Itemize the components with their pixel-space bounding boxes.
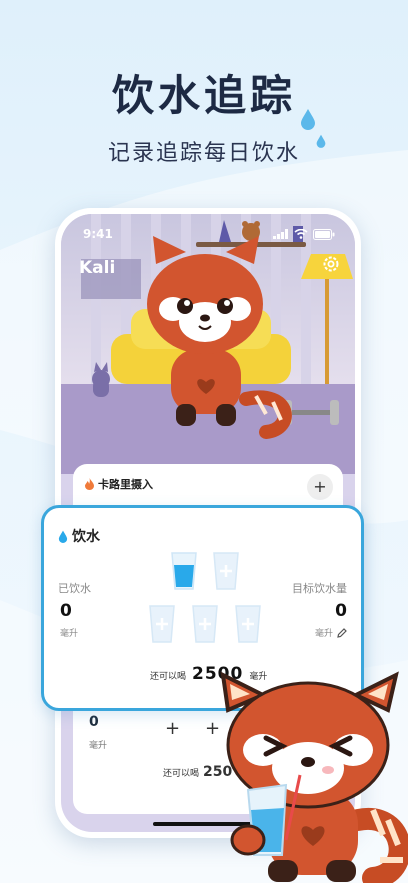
calorie-title: 卡路里摄入 [85, 476, 153, 492]
water-drop-icon [58, 530, 68, 543]
user-name: Kali [79, 258, 116, 278]
water-drop-small-icon [316, 134, 326, 148]
goal-unit[interactable]: 毫升 [315, 626, 347, 639]
water-cup-empty[interactable] [147, 604, 177, 644]
hero-subtitle: 记录追踪每日饮水 [107, 141, 300, 166]
remaining-prefix: 还可以喝 [150, 672, 187, 682]
drunk-unit: 毫升 [60, 629, 79, 639]
goal-label: 目标饮水量 [292, 582, 347, 595]
lower-drunk-value: 0 [89, 714, 99, 730]
room-illustration [61, 214, 355, 474]
goal-value: 0 [335, 601, 347, 621]
water-card-title: 饮水 [58, 526, 100, 546]
lower-drunk-unit: 毫升 [89, 741, 108, 751]
water-cup-empty[interactable] [190, 604, 220, 644]
add-calorie-button[interactable]: + [307, 474, 333, 500]
lower-add-cup-button[interactable]: + [165, 718, 180, 739]
water-cup-filled[interactable] [169, 551, 199, 591]
goal-unit-text: 毫升 [314, 629, 333, 639]
lower-remaining-prefix: 还可以喝 [163, 769, 200, 779]
water-cup-empty[interactable] [233, 604, 263, 644]
water-drop-icon [301, 109, 315, 130]
status-time: 9:41 [83, 227, 113, 241]
signal-icon [273, 229, 288, 239]
wifi-icon [294, 229, 308, 239]
red-panda-drinking-illustration [220, 671, 408, 883]
drunk-label: 已饮水 [58, 582, 91, 595]
water-cup-empty[interactable] [211, 551, 241, 591]
calorie-title-text: 卡路里摄入 [98, 478, 153, 491]
water-card-title-text: 饮水 [72, 529, 100, 545]
edit-pencil-icon[interactable] [337, 627, 347, 638]
status-bar: 9:41 [83, 226, 335, 242]
battery-icon [313, 228, 335, 240]
settings-gear-icon[interactable] [321, 254, 341, 274]
drunk-value: 0 [60, 601, 72, 621]
flame-icon [85, 478, 94, 490]
hero-title: 饮水追踪 [111, 71, 296, 120]
status-icons [273, 228, 335, 240]
